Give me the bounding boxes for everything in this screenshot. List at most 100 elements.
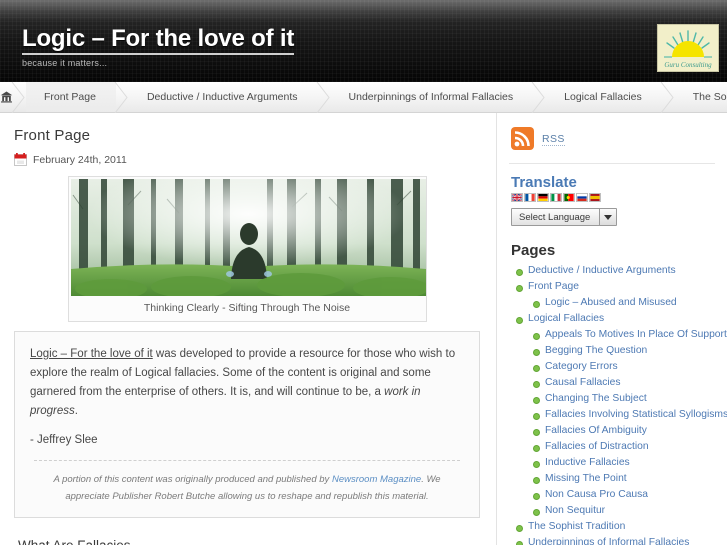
svg-text:Guru Consulting: Guru Consulting (664, 61, 712, 69)
site-header: Logic – For the love of it because it ma… (0, 0, 727, 82)
page-link-logical-fallacies[interactable]: Logical Fallacies (511, 311, 717, 327)
brand[interactable]: Logic – For the love of it because it ma… (22, 26, 294, 69)
main-content: Front Page February 24th, 2011 Thinking … (0, 113, 496, 545)
nav-item-label: Underpinnings of Informal Fallacies (348, 91, 514, 103)
post-figure: Thinking Clearly - Sifting Through The N… (67, 176, 427, 322)
sun-logo-icon: Guru Consulting (664, 30, 712, 69)
intro-signature: - Jeffrey Slee (30, 434, 98, 446)
pages-sublist: Appeals To Motives In Place Of Support B… (528, 327, 727, 519)
pages-heading: Pages (511, 242, 556, 259)
list-item: Fallacies of Distraction (528, 439, 717, 455)
site-title: Logic – For the love of it (22, 26, 294, 55)
intro-lead-link[interactable]: Logic – For the love of it (30, 348, 153, 360)
page-link-appeals-to-motives[interactable]: Appeals To Motives In Place Of Support (528, 327, 727, 343)
list-item: Category Errors (528, 359, 717, 375)
page-link-non-causa-pro-causa[interactable]: Non Causa Pro Causa (528, 487, 717, 503)
page-link-begging-the-question[interactable]: Begging The Question (528, 343, 717, 359)
page-link-deductive-inductive-arguments[interactable]: Deductive / Inductive Arguments (511, 263, 717, 279)
figure-caption: Thinking Clearly - Sifting Through The N… (143, 302, 351, 314)
pages-sublist: Logic – Abused and Misused (528, 295, 717, 311)
page-link-category-errors[interactable]: Category Errors (528, 359, 717, 375)
page-body: Front Page February 24th, 2011 Thinking … (0, 113, 727, 545)
nav-item-logical-fallacies[interactable]: Logical Fallacies (546, 82, 662, 112)
chevron-right-icon (11, 82, 25, 113)
page-link-causal-fallacies[interactable]: Causal Fallacies (528, 375, 717, 391)
list-item: Causal Fallacies (528, 375, 717, 391)
flag-uk-icon[interactable] (511, 193, 523, 202)
list-item: Deductive / Inductive Arguments (511, 263, 717, 279)
intro-quote-box: Logic – For the love of it was developed… (14, 331, 480, 518)
nav-separator (11, 82, 26, 113)
nav-item-label: Deductive / Inductive Arguments (146, 91, 298, 103)
nav-item-deductive-inductive-arguments[interactable]: Deductive / Inductive Arguments (129, 82, 318, 112)
page-link-front-page[interactable]: Front Page (511, 279, 717, 295)
credit-divider (34, 460, 460, 461)
flag-germany-icon[interactable] (537, 193, 549, 202)
page-link-underpinnings-of-informal-fallacies[interactable]: Underpinnings of Informal Fallacies (511, 535, 717, 545)
rss-label-text: RSS (542, 132, 565, 146)
page-title: Front Page (14, 127, 91, 144)
page-link-fallacies-of-ambiguity[interactable]: Fallacies Of Ambiguity (528, 423, 717, 439)
list-item: Front Page Logic – Abused and Misused (511, 279, 717, 311)
rss-label: RSS (542, 132, 565, 146)
list-item: Underpinnings of Informal Fallacies (511, 535, 717, 545)
pages-list: Deductive / Inductive Arguments Front Pa… (511, 263, 727, 545)
post-date: February 24th, 2011 (33, 153, 127, 166)
sidebar: RSS Translate Select Language Pages Dedu… (496, 113, 727, 545)
translate-flags (511, 193, 717, 202)
sidebar-divider (509, 163, 715, 164)
nav-item-underpinnings-of-informal-fallacies[interactable]: Underpinnings of Informal Fallacies (331, 82, 534, 112)
list-item: Fallacies Of Ambiguity (528, 423, 717, 439)
credit-before: A portion of this content was originally… (53, 474, 332, 485)
site-tagline: because it matters... (22, 58, 108, 68)
nav-item-the-sophist-tradition[interactable]: The Sophist Tradition (675, 82, 727, 112)
rss-icon (511, 127, 534, 150)
list-item: Begging The Question (528, 343, 717, 359)
page-link-changing-the-subject[interactable]: Changing The Subject (528, 391, 717, 407)
newsroom-magazine-link[interactable]: Newsroom Magazine (332, 474, 421, 485)
forest-meditation-image (70, 179, 426, 296)
list-item: The Sophist Tradition (511, 519, 717, 535)
translate-heading: Translate (511, 174, 577, 191)
language-select[interactable]: Select Language (511, 208, 617, 226)
list-item: Changing The Subject (528, 391, 717, 407)
nav-item-front-page[interactable]: Front Page (26, 82, 116, 112)
page-link-non-sequitur[interactable]: Non Sequitur (528, 503, 717, 519)
page-link-the-sophist-tradition[interactable]: The Sophist Tradition (511, 519, 717, 535)
nav-separator (660, 82, 675, 113)
list-item: Missing The Point (528, 471, 717, 487)
guru-consulting-logo[interactable]: Guru Consulting (657, 24, 719, 72)
page-link-inductive-fallacies[interactable]: Inductive Fallacies (528, 455, 717, 471)
chevron-down-icon (599, 209, 616, 225)
list-item: Non Causa Pro Causa (528, 487, 717, 503)
chevron-right-icon (316, 82, 330, 113)
nav-item-label: Logical Fallacies (564, 91, 642, 103)
forest-illustration (70, 179, 426, 296)
language-select-value: Select Language (519, 211, 591, 223)
main-navigation: Front Page Deductive / Inductive Argumen… (0, 82, 727, 113)
list-item: Logical Fallacies Appeals To Motives In … (511, 311, 727, 519)
flag-portugal-icon[interactable] (563, 193, 575, 202)
page-link-missing-the-point[interactable]: Missing The Point (528, 471, 717, 487)
page-link-statistical-syllogisms[interactable]: Fallacies Involving Statistical Syllogis… (528, 407, 727, 423)
nav-separator (531, 82, 546, 113)
flag-france-icon[interactable] (524, 193, 536, 202)
list-item: Inductive Fallacies (528, 455, 717, 471)
rss-widget[interactable]: RSS (507, 125, 717, 150)
credit-note: A portion of this content was originally… (30, 471, 464, 505)
flag-russia-icon[interactable] (576, 193, 588, 202)
list-item: Logic – Abused and Misused (528, 295, 717, 311)
list-item: Fallacies Involving Statistical Syllogis… (528, 407, 727, 423)
list-item: Appeals To Motives In Place Of Support (528, 327, 727, 343)
calendar-icon (14, 153, 27, 166)
nav-item-label: The Sophist Tradition (692, 91, 727, 103)
page-link-fallacies-of-distraction[interactable]: Fallacies of Distraction (528, 439, 717, 455)
intro-paragraph: Logic – For the love of it was developed… (30, 345, 464, 421)
flag-spain-icon[interactable] (589, 193, 601, 202)
post-meta: February 24th, 2011 (14, 153, 480, 166)
intro-body-2: . (74, 405, 78, 417)
nav-separator (114, 82, 129, 113)
list-item: Non Sequitur (528, 503, 717, 519)
flag-italy-icon[interactable] (550, 193, 562, 202)
page-link-logic-abused-and-misused[interactable]: Logic – Abused and Misused (528, 295, 717, 311)
